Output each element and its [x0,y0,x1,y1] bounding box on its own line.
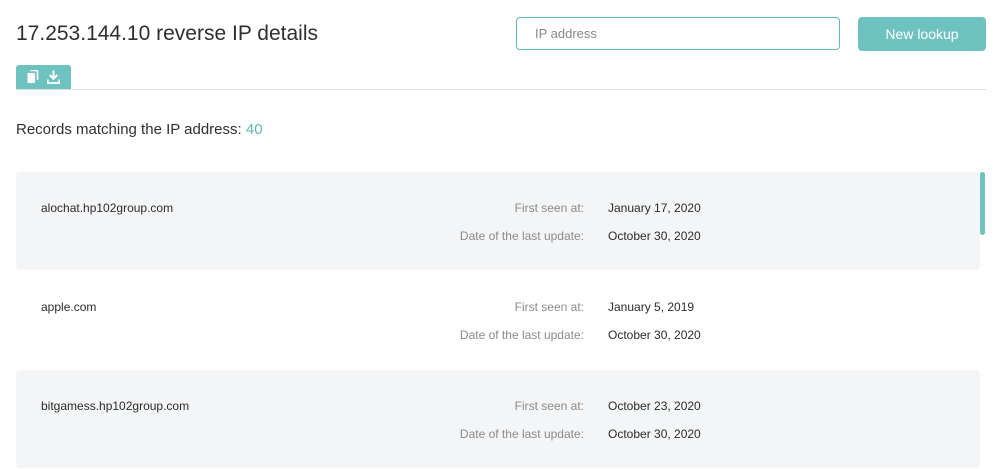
last-update-label: Date of the last update: [459,427,584,441]
copy-icon[interactable] [27,70,39,84]
records-count: 40 [245,121,263,138]
first-seen-value: January 5, 2019 [608,300,695,314]
scrollbar-thumb[interactable] [980,172,985,235]
download-icon[interactable] [47,70,60,84]
last-update-value: October 30, 2020 [608,229,701,243]
ip-address-input[interactable] [516,17,840,50]
last-update-value: October 30, 2020 [608,427,701,441]
export-actions [16,65,71,89]
record-domain[interactable]: bitgamess.hp102group.com [41,399,189,413]
first-seen-value: October 23, 2020 [608,399,701,413]
record-row[interactable]: alochat.hp102group.com First seen at: Ja… [16,172,980,270]
record-row[interactable]: apple.com First seen at: January 5, 2019… [16,271,980,369]
page-title: 17.253.144.10 reverse IP details [16,22,318,45]
record-domain[interactable]: apple.com [41,300,96,314]
first-seen-label: First seen at: [514,300,584,314]
header-divider [16,89,986,90]
records-label: Records matching the IP address: [16,121,242,138]
record-row[interactable]: bitgamess.hp102group.com First seen at: … [16,370,980,468]
last-update-value: October 30, 2020 [608,328,701,342]
records-summary: Records matching the IP address: 40 [16,121,263,138]
first-seen-label: First seen at: [514,201,584,215]
record-domain[interactable]: alochat.hp102group.com [41,201,173,215]
first-seen-label: First seen at: [514,399,584,413]
records-list: alochat.hp102group.com First seen at: Ja… [16,172,980,469]
first-seen-value: January 17, 2020 [608,201,701,215]
last-update-label: Date of the last update: [459,229,584,243]
new-lookup-button[interactable]: New lookup [858,17,986,51]
last-update-label: Date of the last update: [459,328,584,342]
